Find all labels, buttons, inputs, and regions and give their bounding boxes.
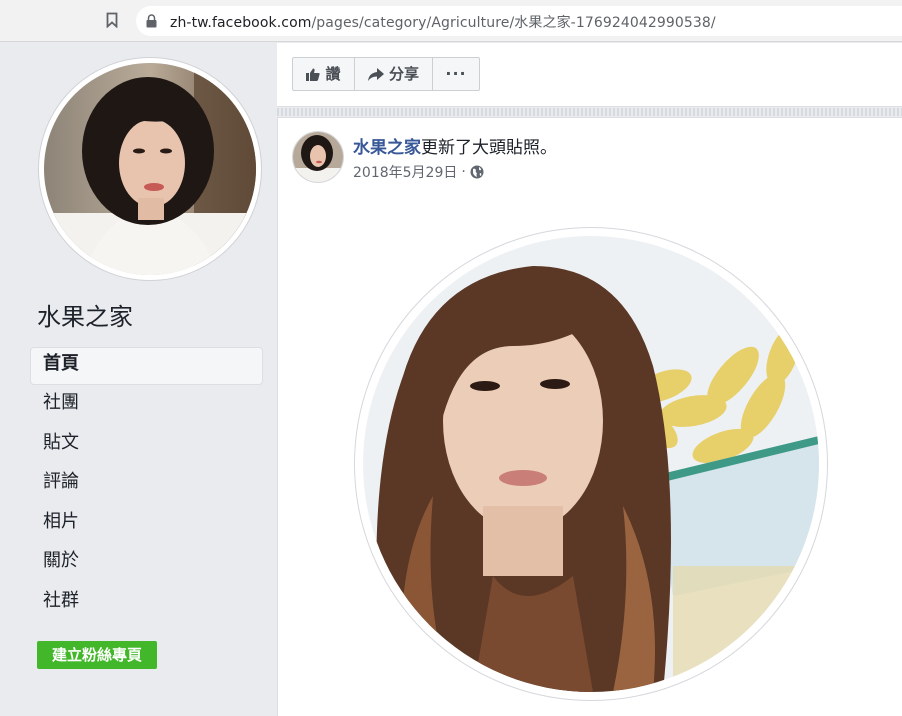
url-text[interactable]: zh-tw.facebook.com/pages/category/Agricu… (170, 12, 716, 32)
share-button[interactable]: 分享 (354, 57, 433, 91)
post-profile-photo[interactable] (354, 227, 828, 701)
lock-icon (146, 14, 157, 28)
nav-item-posts[interactable]: 貼文 (30, 426, 263, 466)
profile-photo (44, 63, 256, 275)
post-photo-image (363, 236, 819, 692)
like-label: 讚 (325, 65, 341, 83)
post-author-avatar[interactable] (292, 131, 344, 183)
address-field[interactable]: zh-tw.facebook.com/pages/category/Agricu… (136, 6, 902, 36)
bookmark-icon[interactable] (106, 12, 118, 28)
share-arrow-icon (367, 67, 384, 81)
post-card: 水果之家更新了大頭貼照。 2018年5月29日 · (277, 117, 902, 716)
profile-picture[interactable] (38, 57, 262, 281)
nav-item-reviews[interactable]: 評論 (30, 465, 263, 505)
globe-icon[interactable] (470, 165, 484, 179)
nav-item-home[interactable]: 首頁 (30, 347, 263, 385)
page-name: 水果之家 (37, 303, 133, 331)
url-host: zh-tw.facebook.com (170, 15, 312, 31)
page-actions-bar: 讚 分享 ··· (277, 43, 902, 107)
page-sidebar: 水果之家 首頁 社團 貼文 評論 相片 關於 社群 建立粉絲專頁 (0, 43, 276, 716)
post-header: 水果之家更新了大頭貼照。 (353, 133, 557, 158)
page-nav: 首頁 社團 貼文 評論 相片 關於 社群 (30, 347, 263, 623)
share-label: 分享 (388, 65, 419, 83)
more-dots-icon: ··· (445, 64, 467, 83)
nav-item-photos[interactable]: 相片 (30, 505, 263, 545)
create-page-button[interactable]: 建立粉絲專頁 (37, 641, 157, 669)
post-date[interactable]: 2018年5月29日 (353, 162, 457, 182)
nav-item-community[interactable]: 社群 (30, 584, 263, 624)
nav-item-about[interactable]: 關於 (30, 544, 263, 584)
thumbs-up-icon (306, 68, 321, 81)
like-button[interactable]: 讚 (292, 57, 355, 91)
post-meta: 2018年5月29日 · (353, 162, 484, 182)
url-path: /pages/category/Agriculture/水果之家-1769240… (311, 15, 716, 31)
meta-separator: · (461, 164, 466, 180)
browser-url-bar: zh-tw.facebook.com/pages/category/Agricu… (0, 0, 902, 42)
post-action-text: 更新了大頭貼照。 (421, 138, 557, 158)
post-author-link[interactable]: 水果之家 (353, 138, 421, 158)
more-options-button[interactable]: ··· (432, 57, 480, 91)
divider-stripe (277, 108, 902, 116)
nav-item-groups[interactable]: 社團 (30, 386, 263, 426)
